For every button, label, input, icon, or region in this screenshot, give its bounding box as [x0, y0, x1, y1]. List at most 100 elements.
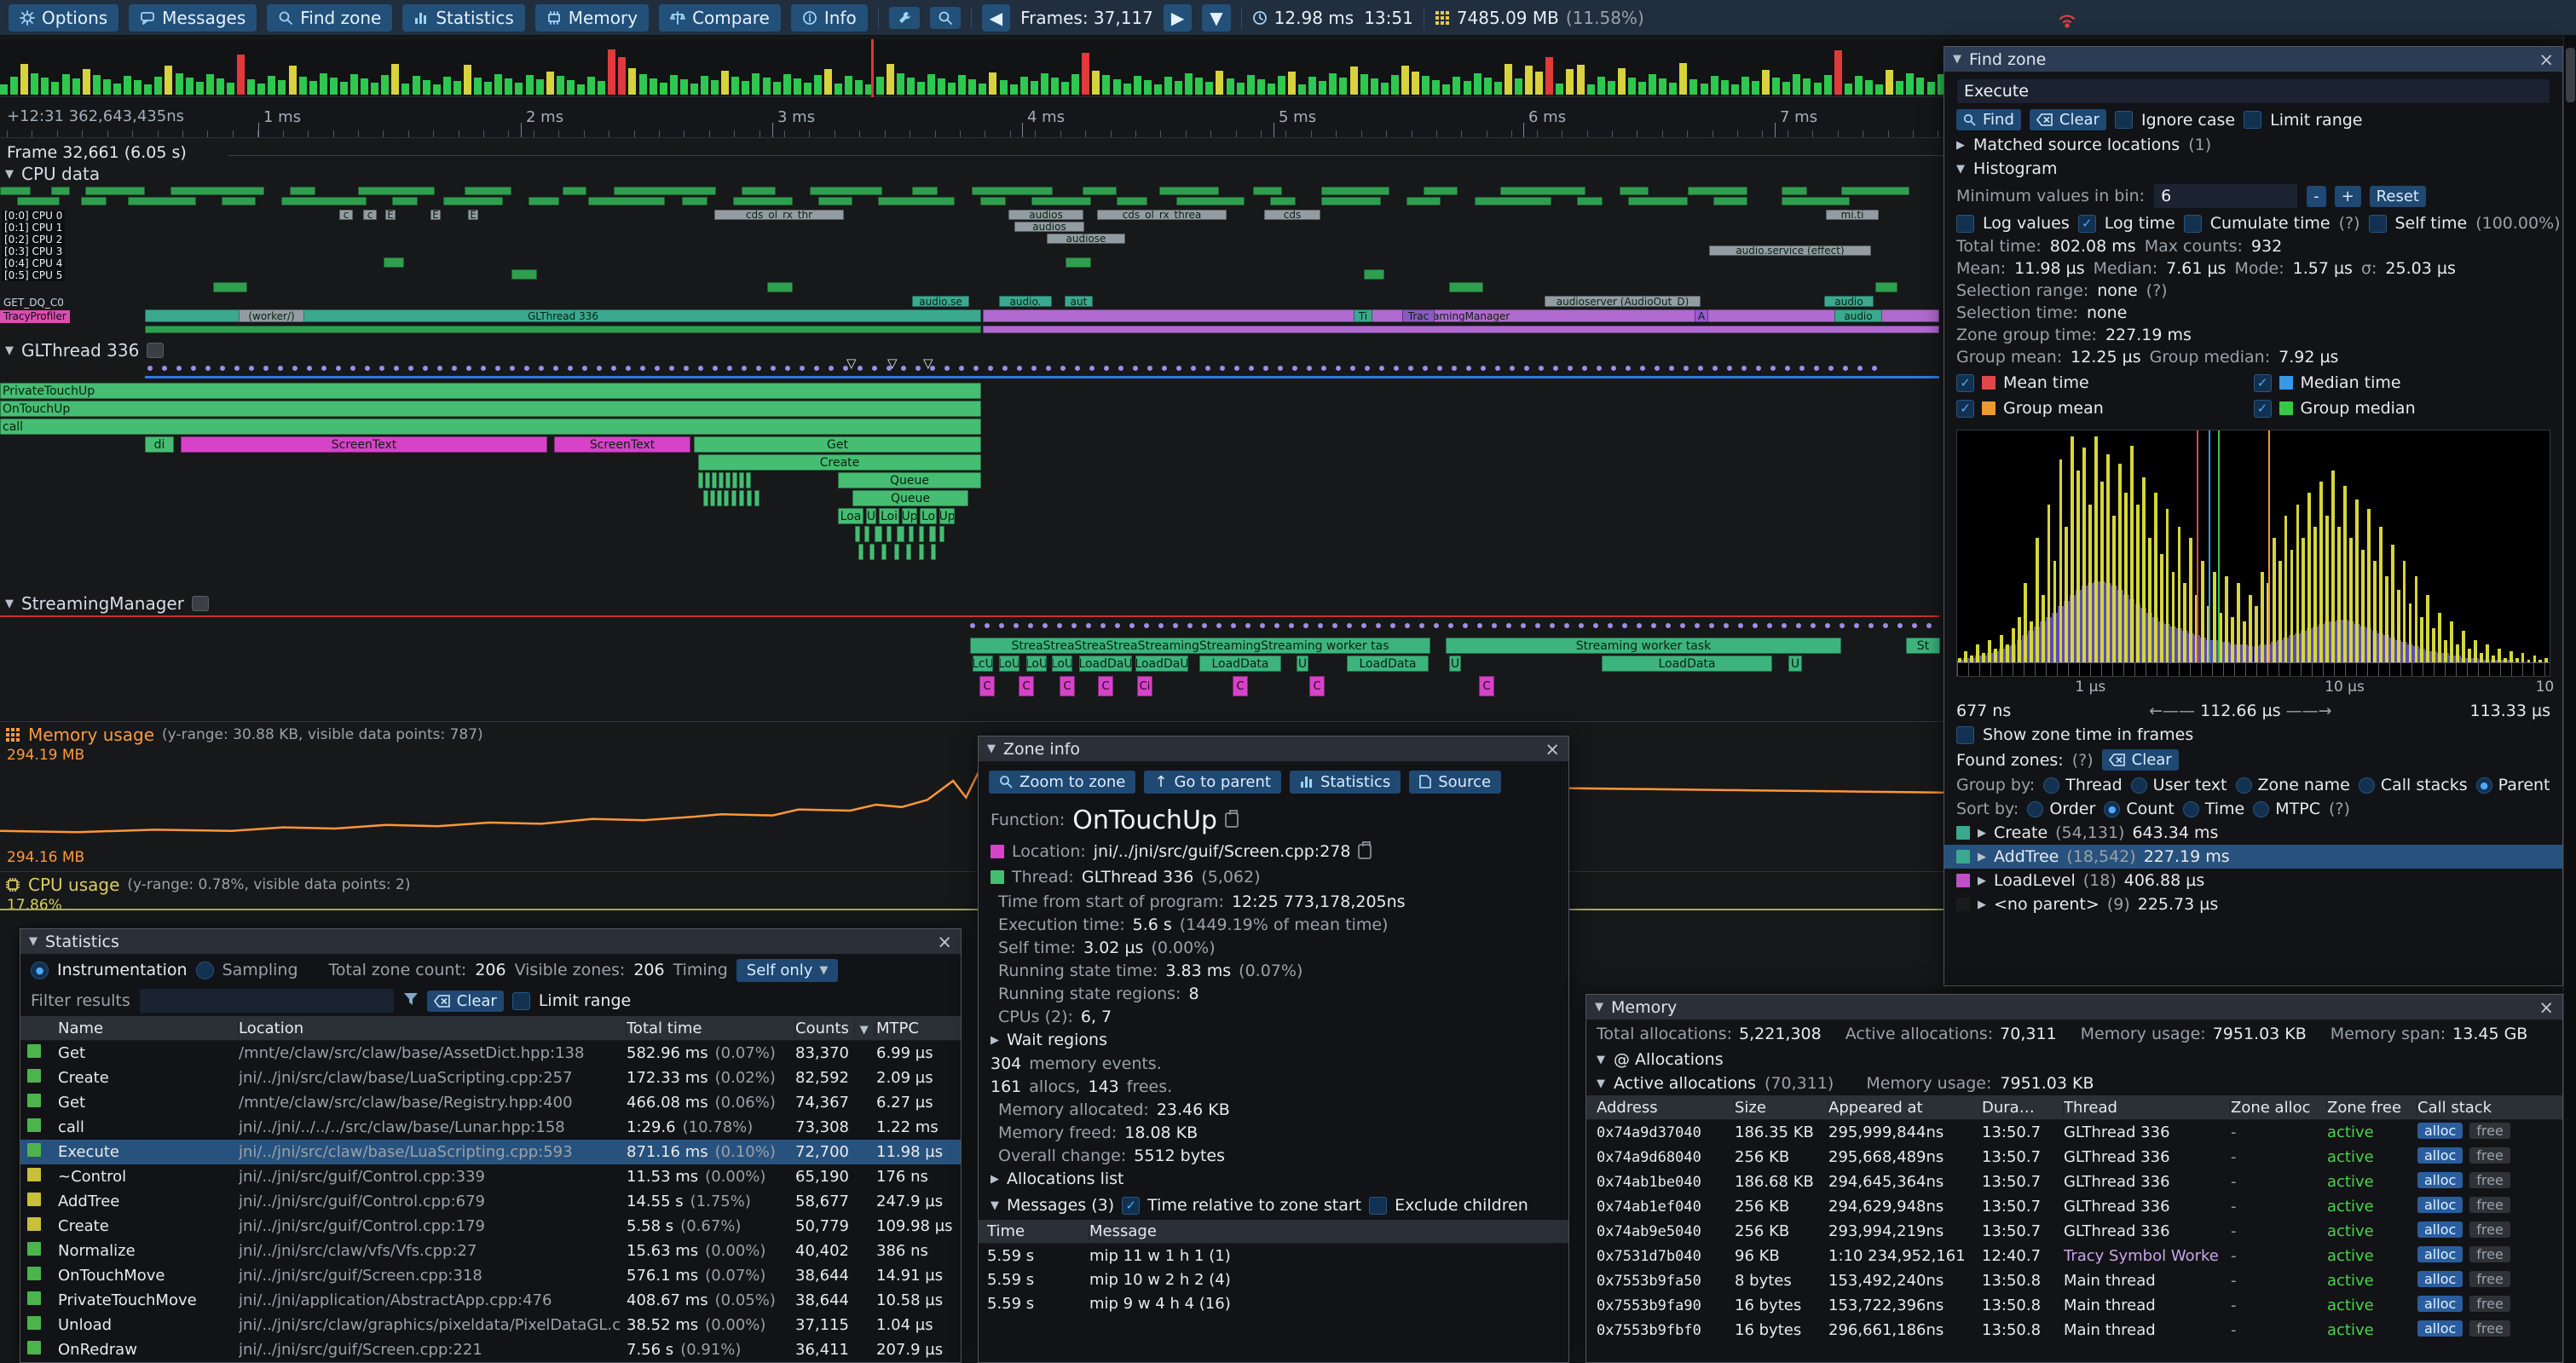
frame-bar[interactable]: [670, 75, 678, 95]
allocation-row[interactable]: 0x74a9d37040 186.35 KB 295,999,844ns 13:…: [1586, 1120, 2562, 1145]
expand-icon[interactable]: ▶: [1978, 827, 1986, 840]
frame-bar[interactable]: [989, 72, 996, 95]
message-dot[interactable]: [1799, 366, 1805, 371]
message-dot[interactable]: [1118, 366, 1123, 371]
message-dot[interactable]: [829, 366, 834, 371]
exclude-children-checkbox[interactable]: [1369, 1197, 1387, 1215]
message-dot[interactable]: [1060, 366, 1066, 371]
zone[interactable]: PrivateTouchUp: [0, 383, 981, 399]
frame-bar[interactable]: [278, 80, 286, 95]
frame-bar[interactable]: [794, 78, 801, 95]
message-dot[interactable]: [220, 366, 225, 371]
message-dot[interactable]: [539, 366, 544, 371]
message-dot[interactable]: [249, 366, 254, 371]
message-dot[interactable]: [988, 366, 993, 371]
message-dot[interactable]: [872, 366, 877, 371]
frame-bar[interactable]: [1278, 76, 1285, 95]
frame-bar[interactable]: [1298, 84, 1306, 95]
frame-bar[interactable]: [1782, 82, 1790, 95]
frame-bar[interactable]: [1268, 84, 1275, 95]
time-relative-checkbox[interactable]: ✓: [1122, 1197, 1140, 1215]
message-dot[interactable]: [1868, 623, 1874, 628]
message-dot[interactable]: [1843, 366, 1848, 371]
free-callstack-button[interactable]: free: [2469, 1123, 2510, 1139]
message-dot[interactable]: [1292, 366, 1297, 371]
message-dot[interactable]: [234, 366, 240, 371]
message-dot[interactable]: [1437, 366, 1442, 371]
table-row[interactable]: PrivateTouchMove jni/../jni/application/…: [20, 1288, 961, 1313]
message-dot[interactable]: [1031, 366, 1037, 371]
frame-bar[interactable]: [1041, 73, 1048, 95]
message-dot[interactable]: [1579, 623, 1584, 628]
zone[interactable]: Streaming worker task: [1446, 638, 1841, 654]
frame-bar[interactable]: [577, 84, 585, 95]
message-dot[interactable]: [263, 366, 269, 371]
message-dot[interactable]: [1144, 623, 1149, 628]
zone[interactable]: [897, 526, 904, 542]
zone[interactable]: [698, 472, 703, 488]
message-dot[interactable]: [481, 366, 486, 371]
cpu-zone[interactable]: [1577, 197, 1603, 205]
frame-bar[interactable]: [41, 78, 49, 95]
cpu-zone[interactable]: audio.se: [912, 296, 969, 307]
wait-regions-expander[interactable]: ▶Wait regions: [979, 1028, 1568, 1052]
cpu-zone[interactable]: [1270, 197, 1296, 205]
frame-bar[interactable]: [1618, 68, 1626, 95]
message-dot[interactable]: [176, 366, 182, 371]
frame-bar[interactable]: [1175, 81, 1182, 95]
column-total-time[interactable]: Total time: [627, 1019, 795, 1037]
frame-bar[interactable]: [1545, 57, 1553, 95]
message-dot[interactable]: [785, 366, 790, 371]
sampling-radio[interactable]: [196, 962, 214, 979]
frame-bar[interactable]: [350, 74, 358, 95]
frame-bar[interactable]: [1031, 81, 1038, 95]
message-dot[interactable]: [510, 366, 515, 371]
zone-tick[interactable]: C: [979, 676, 995, 696]
message-dot[interactable]: [1814, 366, 1819, 371]
frame-bar[interactable]: [1195, 78, 1203, 95]
frame-bar[interactable]: [1679, 63, 1687, 95]
frame-bar[interactable]: [268, 76, 275, 95]
frame-bar[interactable]: [938, 78, 945, 95]
cpu-zone[interactable]: [1176, 197, 1245, 205]
zone[interactable]: LoadDaU: [1079, 656, 1132, 672]
message-dot[interactable]: [1365, 366, 1370, 371]
message-dot[interactable]: [1912, 623, 1917, 628]
zone[interactable]: [719, 472, 724, 488]
frame-bar[interactable]: [639, 74, 647, 95]
message-dot[interactable]: [1176, 366, 1181, 371]
message-dot[interactable]: [1825, 623, 1830, 628]
frame-bar[interactable]: [1906, 73, 1914, 95]
frame-bar[interactable]: [1010, 84, 1018, 95]
frame-bar[interactable]: [1442, 84, 1450, 95]
zone[interactable]: [717, 490, 722, 506]
message-dot[interactable]: [1666, 623, 1671, 628]
frame-bar[interactable]: [1288, 72, 1296, 95]
cpu-zone[interactable]: (worker/): [239, 309, 304, 322]
log-time-checkbox[interactable]: ✓: [2078, 215, 2096, 233]
frame-bar[interactable]: [536, 79, 544, 95]
allocation-row[interactable]: 0x74ab1be040 186.68 KB 294,645,364ns 13:…: [1586, 1170, 2562, 1194]
allocation-row[interactable]: 0x7553b9fa50 8 bytes 153,492,240ns 13:50…: [1586, 1268, 2562, 1293]
message-dot[interactable]: [1550, 623, 1555, 628]
allocations-list-expander[interactable]: ▶Allocations list: [979, 1167, 1568, 1191]
active-allocations-expander[interactable]: ▼ Active allocations (70,311) Memory usa…: [1586, 1071, 2562, 1095]
glthread-header[interactable]: ▼ GLThread 336: [5, 340, 164, 361]
frame-bar[interactable]: [1875, 84, 1883, 95]
message-dot[interactable]: [959, 366, 964, 371]
frame-bar[interactable]: [557, 76, 564, 95]
message-dot[interactable]: [336, 366, 341, 371]
source-location[interactable]: jni/../jni/src/guif/Screen.cpp:278: [1094, 842, 1351, 861]
cpu-zone[interactable]: audio: [1824, 296, 1874, 307]
message-dot[interactable]: [1318, 623, 1323, 628]
table-row[interactable]: Execute jni/../jni/src/claw/base/LuaScri…: [20, 1140, 961, 1164]
message-dot[interactable]: [1539, 366, 1544, 371]
zone[interactable]: [747, 490, 752, 506]
free-callstack-button[interactable]: free: [2469, 1147, 2510, 1164]
message-dot[interactable]: [1452, 366, 1457, 371]
find-button[interactable]: Find: [1956, 109, 2021, 130]
cpu-zone[interactable]: [511, 269, 537, 280]
message-dot[interactable]: [1263, 366, 1268, 371]
frame-bar[interactable]: [1711, 76, 1718, 95]
message-dot[interactable]: [582, 366, 587, 371]
